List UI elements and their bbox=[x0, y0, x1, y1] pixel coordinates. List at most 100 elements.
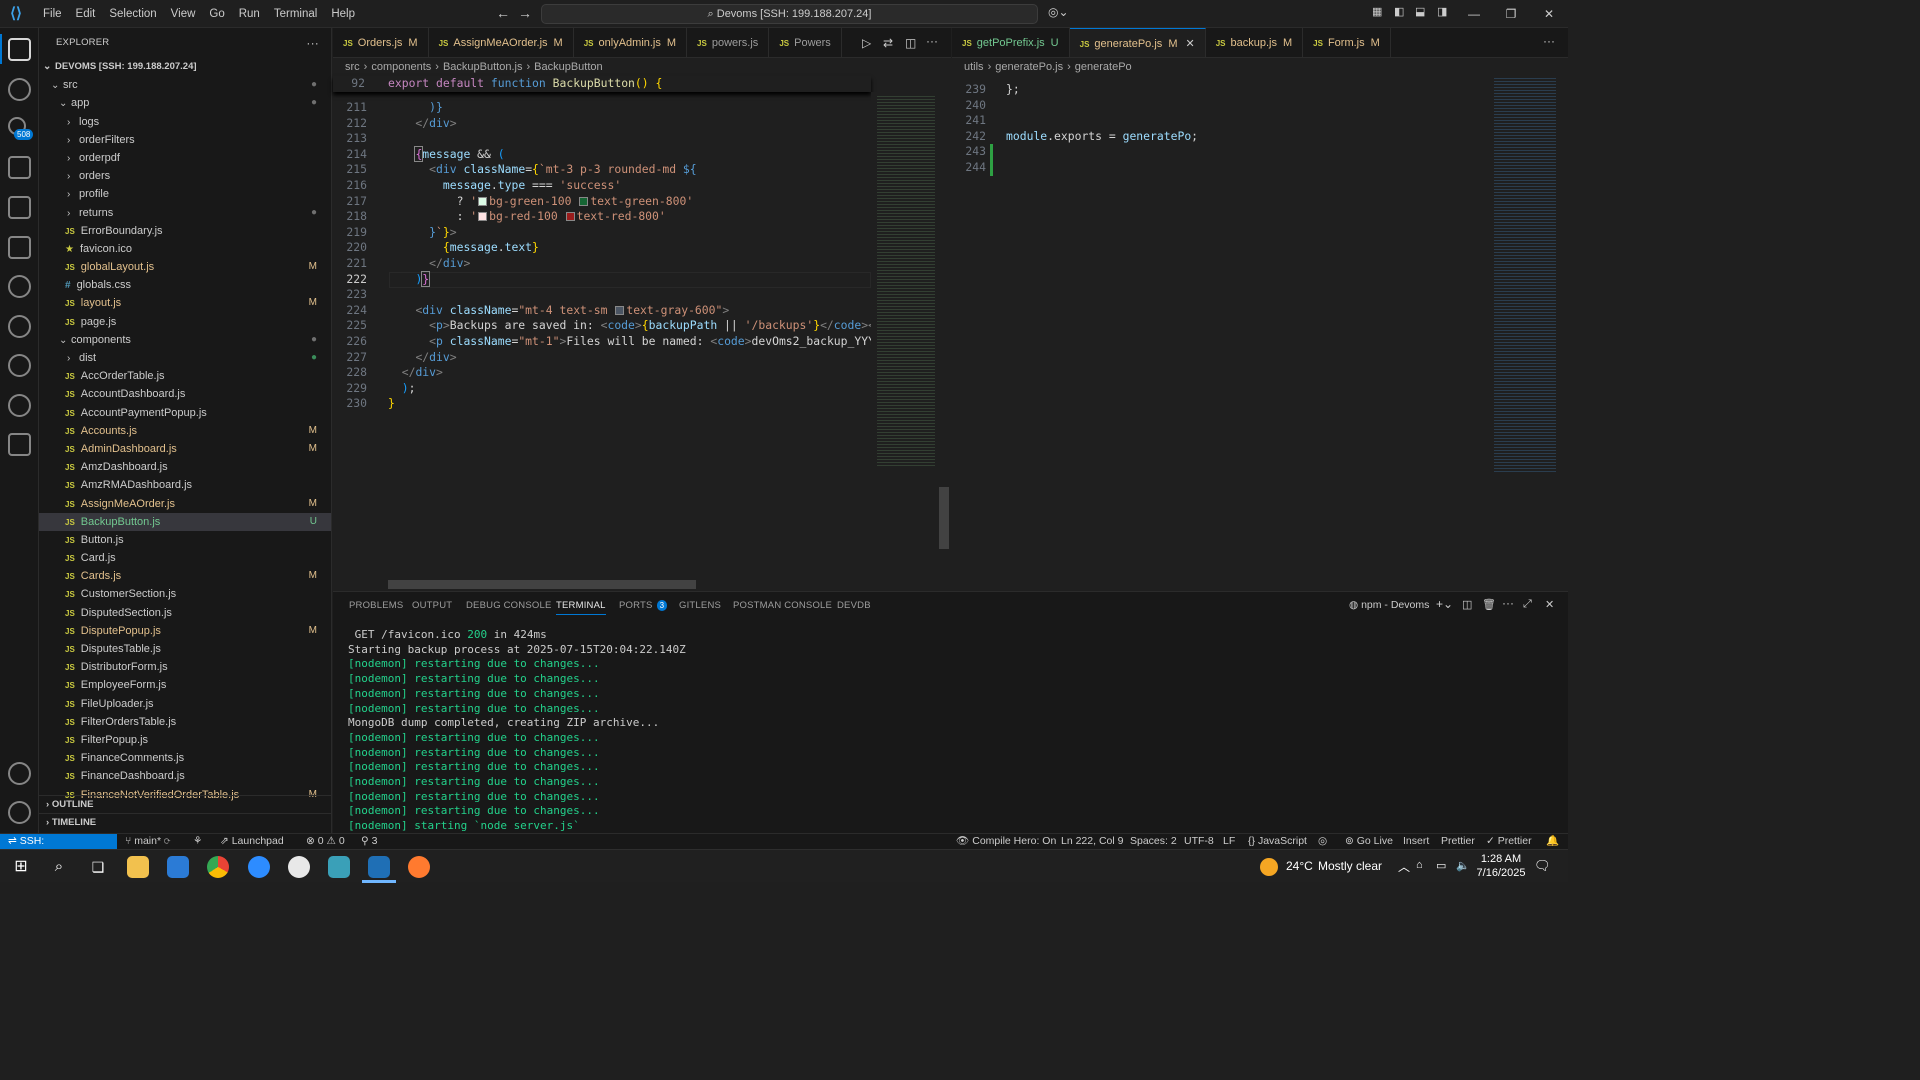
file-row[interactable]: JS DisputedSection.js bbox=[39, 604, 331, 622]
launchpad-item[interactable]: ⇗ Launchpad bbox=[220, 834, 284, 849]
file-row[interactable]: JS FilterPopup.js bbox=[39, 731, 331, 749]
timeline-section[interactable]: › TIMELINE bbox=[39, 813, 331, 831]
folder-row[interactable]: › profile bbox=[39, 185, 331, 203]
clock-time[interactable]: 1:28 AM bbox=[1480, 853, 1522, 865]
tab-backup-js[interactable]: JS backup.js M bbox=[1206, 28, 1304, 57]
folder-row[interactable]: ⌄ src ● bbox=[39, 76, 331, 94]
postman-taskbar-icon[interactable] bbox=[408, 856, 430, 878]
branch-item[interactable]: ⑂ main* ⟳ bbox=[125, 834, 170, 849]
folder-row[interactable]: ⌄ components ● bbox=[39, 331, 331, 349]
breadcrumb-item[interactable]: generatePo bbox=[1075, 61, 1132, 73]
breadcrumb-item[interactable]: BackupButton bbox=[534, 61, 603, 73]
file-row[interactable]: JS Card.js bbox=[39, 549, 331, 567]
remote-explorer-icon[interactable] bbox=[8, 236, 31, 259]
copilot-status-icon[interactable]: ◎ bbox=[1318, 834, 1327, 849]
compile-hero-item[interactable]: 👁 Compile Hero: On bbox=[956, 834, 1056, 849]
tab-powers-js[interactable]: JS powers.js bbox=[687, 28, 770, 57]
folder-row[interactable]: › orderFilters bbox=[39, 131, 331, 149]
panel-tab-output[interactable]: OUTPUT bbox=[412, 600, 452, 611]
notifications-icon[interactable]: 🔔 bbox=[1546, 834, 1559, 849]
file-row[interactable]: JS AccountDashboard.js bbox=[39, 385, 331, 403]
restore-button[interactable]: ❐ bbox=[1492, 0, 1530, 28]
file-row[interactable]: JS AdminDashboard.js M bbox=[39, 440, 331, 458]
split-editor-icon[interactable]: ◫ bbox=[905, 36, 916, 50]
prettier-item-2[interactable]: ✓ Prettier bbox=[1486, 834, 1532, 849]
terminal-selector[interactable]: ◍ npm - Devoms bbox=[1349, 599, 1429, 611]
run-file-icon[interactable]: ▷ bbox=[862, 36, 871, 50]
compare-icon[interactable]: ⇄ bbox=[883, 36, 893, 50]
weather-icon[interactable] bbox=[1260, 858, 1278, 876]
file-row[interactable]: JS Accounts.js M bbox=[39, 422, 331, 440]
file-row[interactable]: JS page.js bbox=[39, 313, 331, 331]
right-editor-more-icon[interactable]: ··· bbox=[1543, 34, 1555, 48]
kill-terminal-icon[interactable]: 🗑 bbox=[1482, 598, 1496, 611]
file-row[interactable]: JS globalLayout.js M bbox=[39, 258, 331, 276]
panel-tab-postman-console[interactable]: POSTMAN CONSOLE bbox=[733, 600, 832, 611]
go-live-item[interactable]: ⊚ Go Live bbox=[1345, 834, 1393, 849]
folder-row[interactable]: › orderpdf bbox=[39, 149, 331, 167]
menu-file[interactable]: File bbox=[36, 0, 69, 28]
run-debug-icon[interactable] bbox=[8, 156, 31, 179]
menu-terminal[interactable]: Terminal bbox=[267, 0, 324, 28]
close-tab-icon[interactable]: ✕ bbox=[1185, 38, 1194, 50]
line-ending[interactable]: LF bbox=[1223, 834, 1235, 849]
more-actions-icon[interactable]: ··· bbox=[306, 28, 319, 58]
settings-gear-icon[interactable] bbox=[8, 801, 31, 824]
file-row[interactable]: JS FilterOrdersTable.js bbox=[39, 713, 331, 731]
language-mode[interactable]: {} JavaScript bbox=[1248, 834, 1307, 849]
outline-section[interactable]: › OUTLINE bbox=[39, 795, 331, 813]
problems-item[interactable]: ⊗ 0 ⚠ 0 bbox=[306, 834, 345, 849]
toggle-secondary-sidebar-icon[interactable]: ◨ bbox=[1437, 5, 1447, 18]
breadcrumb-item[interactable]: generatePo.js bbox=[995, 61, 1063, 73]
notification-center-icon[interactable]: 🗨 bbox=[1534, 858, 1551, 874]
zoom-icon[interactable] bbox=[248, 856, 270, 878]
postman-icon[interactable] bbox=[8, 315, 31, 338]
menu-view[interactable]: View bbox=[164, 0, 203, 28]
new-terminal-icon[interactable]: +⌄ bbox=[1436, 597, 1453, 611]
tab-form-js[interactable]: JS Form.js M bbox=[1303, 28, 1391, 57]
folder-row[interactable]: ⌄ app ● bbox=[39, 94, 331, 112]
breadcrumb-item[interactable]: BackupButton.js bbox=[443, 61, 523, 73]
terminal-output[interactable]: GET /favicon.ico 200 in 424ms Starting ba… bbox=[348, 628, 686, 834]
editor-more-icon[interactable]: ··· bbox=[926, 34, 938, 48]
split-terminal-icon[interactable]: ◫ bbox=[1462, 598, 1472, 611]
weather-desc[interactable]: Mostly clear bbox=[1318, 859, 1382, 873]
tab-getpoprefix-js[interactable]: JS getPoPrefix.js U bbox=[952, 28, 1070, 57]
left-vertical-scrollbar[interactable] bbox=[939, 487, 949, 549]
gitlens-icon[interactable] bbox=[8, 275, 31, 298]
folder-row[interactable]: › dist ● bbox=[39, 349, 331, 367]
show-hidden-icons-icon[interactable]: ︿ bbox=[1398, 858, 1410, 875]
file-row[interactable]: JS layout.js M bbox=[39, 294, 331, 312]
tab-generatepo-js[interactable]: JS generatePo.js M ✕ bbox=[1069, 28, 1206, 57]
tab-assignmeaorder-js[interactable]: JS AssignMeAOrder.js M bbox=[429, 28, 574, 57]
chrome-icon[interactable] bbox=[207, 856, 229, 878]
weather-temp[interactable]: 24°C bbox=[1286, 859, 1313, 873]
insert-mode[interactable]: Insert bbox=[1403, 834, 1429, 849]
file-row[interactable]: JS EmployeeForm.js bbox=[39, 676, 331, 694]
file-row[interactable]: JS CustomerSection.js bbox=[39, 585, 331, 603]
tab-onlyadmin-js[interactable]: JS onlyAdmin.js M bbox=[574, 28, 688, 57]
thunder-client-icon[interactable] bbox=[8, 394, 31, 417]
layout-customize-icon[interactable]: ▦ bbox=[1372, 5, 1382, 18]
file-row[interactable]: JS FinanceDashboard.js bbox=[39, 767, 331, 785]
git-graph-icon[interactable] bbox=[8, 354, 31, 377]
file-row[interactable]: JS AssignMeAOrder.js M bbox=[39, 495, 331, 513]
menu-run[interactable]: Run bbox=[232, 0, 267, 28]
file-row[interactable]: JS AmzRMADashboard.js bbox=[39, 476, 331, 494]
gitlens-status-icon[interactable]: ⚘ bbox=[193, 834, 202, 849]
menu-help[interactable]: Help bbox=[324, 0, 362, 28]
close-window-button[interactable]: ✕ bbox=[1530, 0, 1568, 28]
left-horizontal-scrollbar[interactable] bbox=[388, 580, 696, 589]
panel-tab-problems[interactable]: PROBLEMS bbox=[349, 600, 403, 611]
clock-date[interactable]: 7/16/2025 bbox=[1476, 867, 1526, 879]
file-row[interactable]: JS AmzDashboard.js bbox=[39, 458, 331, 476]
copilot-icon[interactable]: ◎⌄ bbox=[1048, 5, 1069, 19]
file-row[interactable]: JS Button.js bbox=[39, 531, 331, 549]
menu-edit[interactable]: Edit bbox=[69, 0, 103, 28]
file-row[interactable]: JS Cards.js M bbox=[39, 567, 331, 585]
python-icon[interactable] bbox=[8, 433, 31, 456]
windows-start-icon[interactable]: ⊞ bbox=[10, 856, 32, 878]
explorer-icon[interactable] bbox=[8, 38, 31, 61]
store-icon[interactable] bbox=[167, 856, 189, 878]
task-view-icon[interactable]: ❏ bbox=[87, 856, 109, 878]
